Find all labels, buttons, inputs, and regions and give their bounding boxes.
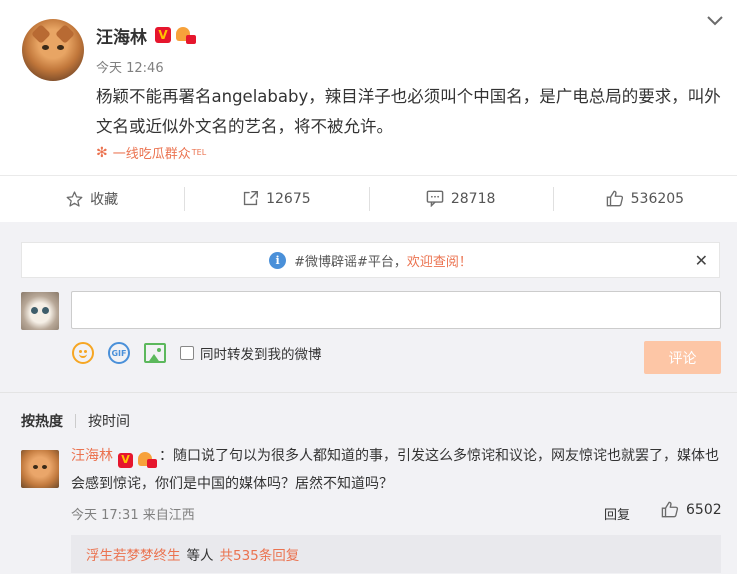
star-icon: [66, 190, 83, 207]
comment-section: i #微博辟谣#平台， 欢迎查阅！ ✕ GIF 同时转发到我的微博 评论 按热度 …: [0, 222, 737, 574]
post-text: 杨颖不能再署名angelababy，辣目洋子也必须叫个中国名，是广电总局的要求，…: [96, 87, 721, 136]
comment-icon: [426, 190, 444, 207]
author-row: 汪海林 V: [96, 22, 196, 48]
commenter-avatar[interactable]: [21, 450, 59, 488]
thumbs-up-icon: [661, 501, 679, 518]
current-user-avatar[interactable]: [21, 292, 59, 330]
comment-button[interactable]: 28718: [368, 176, 553, 221]
reply-button[interactable]: 回复: [604, 504, 630, 523]
action-bar: 收藏 12675 28718 536205: [0, 176, 737, 221]
notice-link[interactable]: 欢迎查阅！: [407, 251, 472, 270]
source-label: 一线吃瓜群众: [112, 147, 191, 162]
thumbs-up-icon: [606, 190, 624, 207]
sort-by-time-tab[interactable]: 按时间: [88, 411, 130, 431]
weibo-post-page: 汪海林 V 今天 12:46 杨颖不能再署名angelababy，辣目洋子也必须…: [0, 0, 737, 574]
sort-separator: [75, 414, 76, 428]
comment-body: 汪海林 V ：随口说了句以为很多人都知道的事，引发这么多惊诧和议论，网友惊诧也就罢了…: [71, 442, 726, 498]
member-crown-icon[interactable]: [174, 26, 196, 44]
divider: [0, 392, 737, 393]
image-icon[interactable]: [144, 343, 166, 363]
sub-reply-count[interactable]: 共535条回复: [220, 544, 300, 564]
comment-meta: 今天 17:31 来自江西: [71, 508, 195, 523]
composer-tools: GIF 同时转发到我的微博: [72, 341, 322, 365]
author-avatar[interactable]: [22, 19, 84, 81]
source-sup: TEL: [191, 148, 207, 157]
commenter-name[interactable]: 汪海林: [71, 448, 113, 464]
comment-like-count: 6502: [686, 501, 722, 518]
emoji-icon[interactable]: [72, 342, 94, 364]
comment-input[interactable]: [71, 291, 721, 329]
sort-by-hot-tab[interactable]: 按热度: [21, 411, 63, 431]
favorite-label: 收藏: [90, 191, 119, 208]
close-icon[interactable]: ✕: [695, 251, 708, 270]
repost-button[interactable]: 12675: [184, 176, 368, 221]
author-name[interactable]: 汪海林: [96, 23, 147, 48]
post-source[interactable]: ✻ 一线吃瓜群众 TEL: [96, 143, 207, 163]
flower-icon: ✻: [96, 144, 108, 161]
gif-icon[interactable]: GIF: [108, 342, 130, 364]
submit-comment-button[interactable]: 评论: [644, 341, 721, 374]
comment-count: 28718: [450, 190, 496, 207]
rumor-notice-bar: i #微博辟谣#平台， 欢迎查阅！ ✕: [21, 242, 720, 278]
notice-text: #微博辟谣#平台，: [294, 254, 407, 270]
verified-v-icon[interactable]: V: [118, 452, 133, 468]
repost-count: 12675: [266, 190, 311, 207]
like-count: 536205: [630, 190, 685, 207]
repost-checkbox-label[interactable]: 同时转发到我的微博: [200, 343, 322, 363]
comment-like-button[interactable]: 6502: [661, 501, 722, 518]
post-time[interactable]: 今天 12:46: [96, 57, 164, 76]
verified-v-icon[interactable]: V: [155, 27, 171, 43]
repost-checkbox[interactable]: [180, 346, 194, 360]
comment-text: ：随口说了句以为很多人都知道的事，引发这么多惊诧和议论，网友惊诧也就罢了，媒体也…: [71, 448, 719, 492]
commenter-badges: V: [115, 452, 157, 468]
post-card: 汪海林 V 今天 12:46 杨颖不能再署名angelababy，辣目洋子也必须…: [0, 0, 737, 175]
favorite-button[interactable]: 收藏: [0, 176, 184, 221]
sub-replies-link[interactable]: 浮生若梦梦终生 等人 共535条回复: [71, 535, 721, 573]
sub-reply-mid: 等人: [186, 548, 214, 564]
share-icon: [242, 190, 259, 207]
sub-reply-user[interactable]: 浮生若梦梦终生: [86, 544, 181, 564]
sort-tabs: 按热度 按时间: [21, 411, 130, 431]
chevron-down-icon[interactable]: [707, 16, 723, 26]
member-crown-icon[interactable]: [136, 452, 157, 468]
info-icon: i: [269, 251, 287, 269]
like-button[interactable]: 536205: [552, 176, 737, 221]
